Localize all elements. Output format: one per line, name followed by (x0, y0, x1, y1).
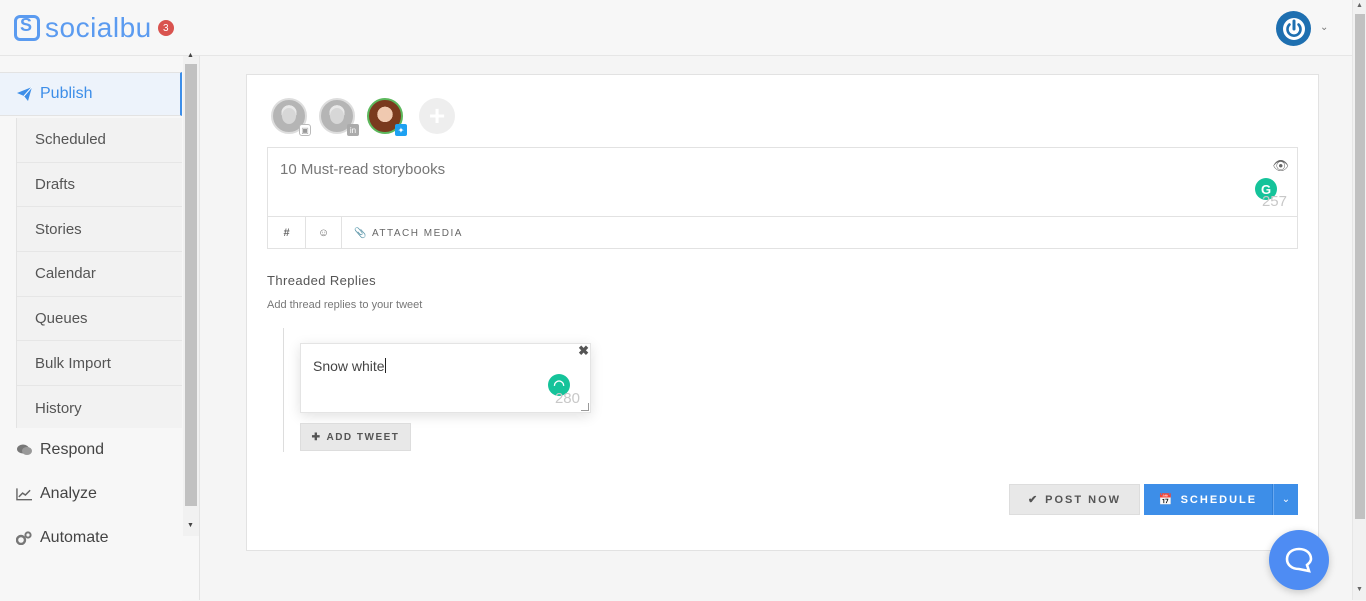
twitter-icon: ✦ (395, 124, 407, 136)
instagram-icon: ▣ (299, 124, 311, 136)
eye-icon[interactable]: 👁 (1272, 158, 1289, 174)
account-avatar-linkedin[interactable]: in (319, 98, 359, 136)
sidebar-item-automate[interactable]: Automate (0, 516, 182, 560)
threaded-replies-title: Threaded Replies (267, 273, 377, 288)
check-icon: ✔ (1027, 494, 1040, 506)
sidebar-item-publish[interactable]: Publish (0, 72, 182, 116)
publish-submenu: Scheduled Drafts Stories Calendar Queues… (16, 118, 182, 428)
scroll-up-icon[interactable]: ▲ (1356, 2, 1363, 9)
chevron-down-icon: ⌄ (1281, 494, 1291, 505)
page-scrollbar-thumb[interactable] (1355, 14, 1365, 519)
user-avatar[interactable] (1276, 11, 1311, 46)
sidebar-item-calendar[interactable]: Calendar (17, 252, 182, 297)
sidebar-item-label: Publish (40, 85, 93, 102)
plus-icon: ✚ (311, 431, 322, 443)
attach-media-button[interactable]: 📎 ATTACH MEDIA (342, 217, 475, 249)
scroll-down-icon[interactable]: ▼ (187, 522, 194, 529)
sidebar-item-queues[interactable]: Queues (17, 297, 182, 342)
thread-line (283, 328, 284, 452)
top-header: socialbu 3 ⌄ (0, 0, 1352, 56)
socialbu-logo-icon (14, 15, 40, 41)
hashtag-button[interactable]: # (268, 217, 306, 249)
reply-character-counter: 280 (554, 390, 580, 407)
brand-logo[interactable]: socialbu 3 (14, 14, 174, 42)
post-now-button[interactable]: ✔ POST NOW (1009, 484, 1140, 515)
threaded-replies-subtitle: Add thread replies to your tweet (267, 299, 423, 311)
calendar-icon: 📅 (1158, 494, 1175, 506)
scroll-up-icon[interactable]: ▲ (187, 52, 194, 59)
paperclip-icon: 📎 (354, 227, 368, 239)
sidebar: Publish Scheduled Drafts Stories Calenda… (0, 52, 200, 601)
paper-plane-icon (16, 87, 32, 101)
sidebar-item-label: Respond (40, 441, 105, 458)
add-tweet-button[interactable]: ✚ ADD TWEET (300, 423, 411, 451)
close-icon[interactable]: ✖ (578, 343, 589, 359)
sidebar-item-drafts[interactable]: Drafts (17, 163, 182, 208)
editor-toolbar: # ☺ 📎 ATTACH MEDIA (268, 216, 1297, 249)
post-editor[interactable]: 10 Must-read storybooks 👁 G 257 # ☺ 📎 AT… (267, 147, 1298, 249)
sidebar-item-respond[interactable]: Respond (0, 428, 182, 472)
chevron-down-icon[interactable]: ⌄ (1320, 22, 1328, 33)
sidebar-item-bulk-import[interactable]: Bulk Import (17, 341, 182, 387)
line-chart-icon (16, 487, 32, 501)
sidebar-item-label: Automate (40, 529, 109, 546)
linkedin-icon: in (347, 124, 359, 136)
avatar-face (282, 108, 296, 124)
chat-bubbles-icon (16, 444, 32, 456)
sidebar-item-history[interactable]: History (17, 386, 182, 431)
gears-icon (16, 531, 32, 545)
power-icon (1282, 17, 1305, 40)
scroll-down-icon[interactable]: ▼ (1356, 586, 1363, 593)
attach-media-label: ATTACH MEDIA (371, 227, 463, 239)
sidebar-clip (0, 585, 182, 601)
emoji-button[interactable]: ☺ (306, 217, 342, 249)
account-avatar-instagram[interactable]: ▣ (271, 98, 311, 136)
notification-badge[interactable]: 3 (157, 20, 174, 36)
sidebar-scrollbar[interactable]: ▲ ▼ (183, 52, 199, 536)
sidebar-item-analyze[interactable]: Analyze (0, 472, 182, 516)
thread-reply-input[interactable]: Snow white ✖ ◠ 280 (300, 343, 591, 413)
schedule-options-dropdown[interactable]: ⌄ (1273, 484, 1298, 515)
brand-name: socialbu (45, 12, 152, 43)
resize-handle[interactable] (581, 403, 589, 411)
post-text[interactable]: 10 Must-read storybooks (280, 161, 445, 178)
add-tweet-label: ADD TWEET (326, 431, 400, 443)
add-account-button[interactable]: + (419, 98, 455, 134)
reply-text[interactable]: Snow white (313, 358, 386, 374)
account-avatar-twitter[interactable]: ✦ (367, 98, 407, 136)
sidebar-item-label: Analyze (40, 485, 97, 502)
sidebar-scrollbar-thumb[interactable] (185, 64, 197, 506)
post-now-label: POST NOW (1045, 493, 1122, 506)
schedule-label: SCHEDULE (1180, 493, 1258, 506)
avatar-face (330, 108, 344, 124)
chat-icon (1285, 547, 1313, 573)
schedule-button[interactable]: 📅 SCHEDULE (1144, 484, 1273, 515)
sidebar-item-stories[interactable]: Stories (17, 207, 182, 253)
composer-card: ▣ in ✦ + 10 Must-read storybooks 👁 G 257… (246, 74, 1319, 551)
sidebar-item-scheduled[interactable]: Scheduled (17, 118, 182, 163)
character-counter: 257 (1261, 193, 1287, 210)
page-scrollbar[interactable]: ▲ ▼ (1352, 0, 1366, 600)
support-chat-button[interactable] (1269, 530, 1329, 590)
